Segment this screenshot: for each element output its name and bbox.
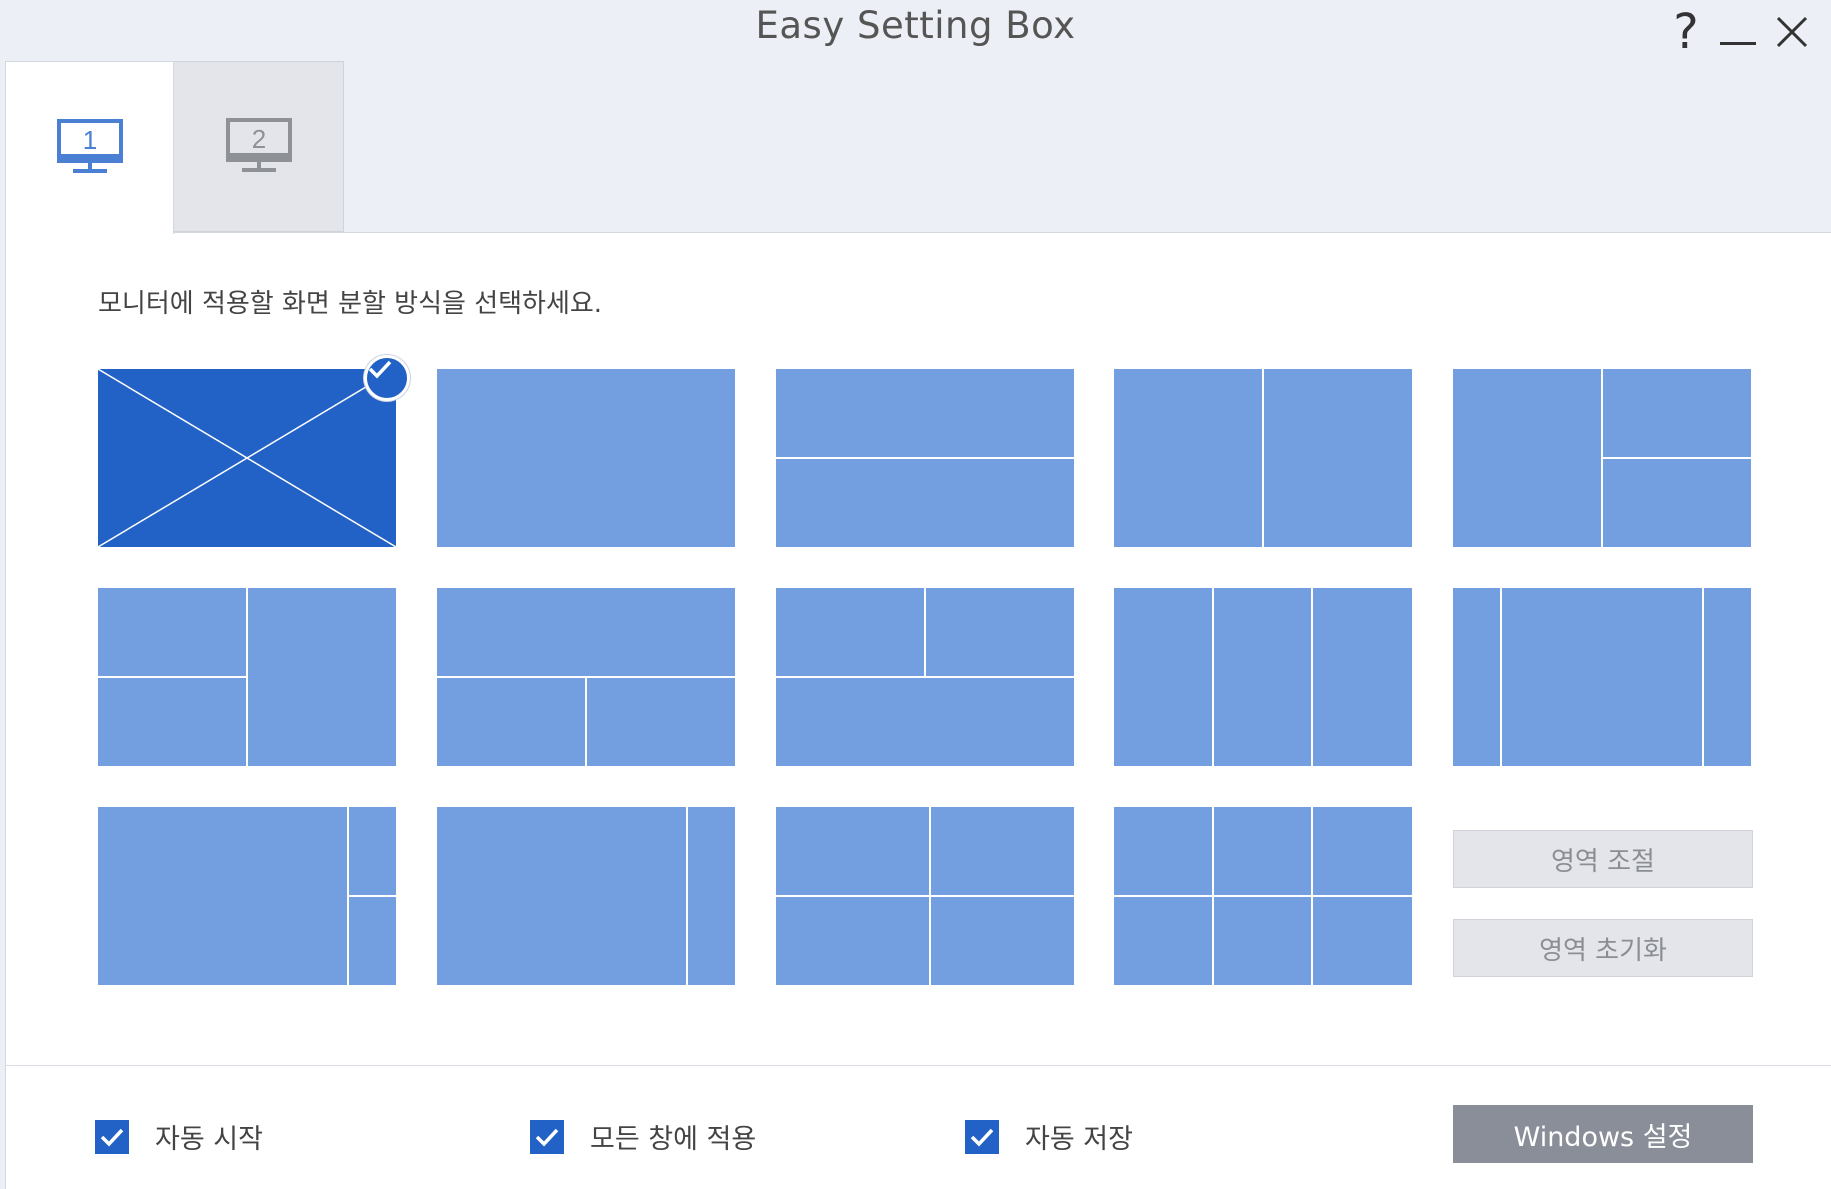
- layout-large-left-two-right-small[interactable]: [98, 807, 396, 985]
- x-mark-icon: [98, 369, 396, 547]
- help-button[interactable]: ?: [1660, 4, 1712, 60]
- tab-monitor-1-label: 1: [82, 125, 96, 155]
- checkbox-box[interactable]: [965, 1119, 999, 1154]
- app-title: Easy Setting Box: [755, 4, 1076, 47]
- tab-monitor-2[interactable]: 2: [174, 61, 344, 232]
- title-bar: Easy Setting Box ?: [0, 0, 1831, 62]
- checkmark-icon: [535, 1128, 559, 1147]
- layout-six-grid[interactable]: [1114, 807, 1412, 985]
- minimize-icon: [1720, 42, 1756, 45]
- auto-start-label: 자동 시작: [155, 1124, 263, 1155]
- layout-two-rows[interactable]: [776, 369, 1074, 547]
- tab-monitor-1[interactable]: 1: [5, 61, 174, 234]
- layout-four-grid[interactable]: [776, 807, 1074, 985]
- checkmark-icon: [100, 1128, 124, 1147]
- question-mark-icon: ?: [1673, 4, 1699, 60]
- layout-two-left-right[interactable]: [98, 588, 396, 766]
- auto-save-label: 자동 저장: [1025, 1124, 1133, 1155]
- close-icon: [1776, 16, 1808, 48]
- close-button[interactable]: [1766, 6, 1818, 58]
- auto-start-checkbox[interactable]: 자동 시작: [95, 1117, 263, 1156]
- region-reset-button[interactable]: 영역 초기화: [1453, 919, 1753, 977]
- windows-settings-button[interactable]: Windows 설정: [1453, 1105, 1753, 1163]
- layout-two-columns[interactable]: [1114, 369, 1412, 547]
- instruction-text: 모니터에 적용할 화면 분할 방식을 선택하세요.: [98, 289, 603, 319]
- apply-all-checkbox[interactable]: 모든 창에 적용: [530, 1117, 756, 1156]
- layout-off[interactable]: [98, 355, 410, 547]
- layout-left-two-right[interactable]: [1453, 369, 1751, 547]
- region-adjust-button[interactable]: 영역 조절: [1453, 830, 1753, 888]
- checkbox-box[interactable]: [95, 1119, 129, 1154]
- minimize-button[interactable]: [1712, 6, 1764, 58]
- footer-divider: [6, 1065, 1831, 1066]
- monitor-icon: 1: [56, 119, 123, 173]
- layout-two-top-bottom[interactable]: [776, 588, 1074, 766]
- main-panel: 모니터에 적용할 화면 분할 방식을 선택하세요. 영역 조절 영역 초기화 자…: [5, 232, 1831, 1189]
- checkmark-icon: [368, 360, 392, 379]
- monitor-icon: 2: [225, 117, 292, 172]
- layout-top-two-bottom[interactable]: [437, 588, 735, 766]
- layout-large-left-right-small[interactable]: [437, 807, 735, 985]
- layout-single[interactable]: [437, 369, 735, 547]
- checkmark-icon: [970, 1128, 994, 1147]
- tab-monitor-2-label: 2: [251, 124, 265, 154]
- auto-save-checkbox[interactable]: 자동 저장: [965, 1117, 1133, 1156]
- layout-wide-center[interactable]: [1453, 588, 1751, 766]
- layout-three-columns[interactable]: [1114, 588, 1412, 766]
- checkbox-box[interactable]: [530, 1119, 564, 1154]
- apply-all-label: 모든 창에 적용: [590, 1124, 757, 1155]
- selected-badge: [364, 355, 410, 401]
